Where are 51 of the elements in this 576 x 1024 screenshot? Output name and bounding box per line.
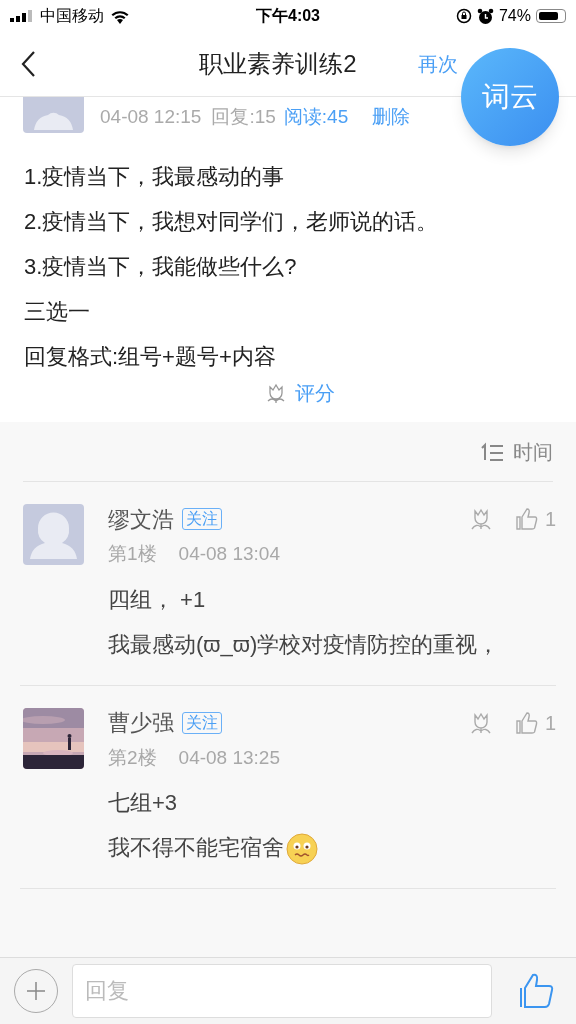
post-text: 三选一 [24, 298, 91, 326]
rate-button[interactable] [468, 710, 493, 735]
worried-face-icon [286, 833, 318, 866]
sort-button[interactable]: 时间 [479, 436, 553, 467]
reply-count: 回复:15 [211, 105, 276, 129]
alarm-icon [476, 7, 494, 25]
comment-time: 04-08 13:25 [178, 745, 280, 770]
post-text: 2.疫情当下，我想对同学们，老师说的话。 [24, 208, 440, 236]
comment-text: 我最感动(ϖ_ϖ)学校对疫情防控的重视， [108, 631, 500, 657]
like-button[interactable]: 1 [514, 504, 556, 534]
flower-icon [468, 710, 493, 735]
sort-icon [479, 441, 505, 462]
thumbs-up-icon [514, 710, 539, 735]
post-text: 1.疫情当下，我最感动的事 [24, 163, 286, 191]
thumbs-up-icon [514, 507, 539, 531]
floor-number: 第2楼 [108, 745, 157, 770]
page-title: 职业素养训练2 [198, 49, 358, 79]
signal-icon [10, 10, 34, 22]
post-text: 回复格式:组号+题号+内容 [24, 343, 277, 371]
like-button[interactable]: 1 [514, 707, 556, 738]
battery-percent: 74% [498, 6, 531, 26]
wifi-icon [110, 8, 130, 24]
read-count-link[interactable]: 阅读:45 [283, 103, 349, 132]
comment-text: 我不得不能宅宿舍 [108, 835, 284, 860]
follow-button[interactable]: 关注 [182, 711, 222, 734]
comment-text: 四组， +1 [108, 586, 206, 612]
battery-icon [536, 9, 566, 23]
commenter-name: 曹少强 [108, 709, 174, 737]
resend-button[interactable]: 再次 [418, 49, 458, 79]
rate-button[interactable]: 评分 [241, 378, 335, 408]
follow-button[interactable]: 关注 [182, 508, 222, 530]
post-text: 3.疫情当下，我能做些什么? [24, 253, 298, 281]
like-button[interactable] [520, 973, 554, 1009]
floor-number: 第1楼 [108, 542, 157, 566]
rate-button[interactable] [468, 507, 493, 531]
avatar-icon [23, 97, 84, 133]
carrier-name: 中国移动 [40, 6, 104, 26]
thumbs-up-icon [520, 973, 554, 1009]
rotation-lock-icon [455, 8, 472, 24]
flower-icon [468, 507, 493, 531]
avatar-icon [23, 504, 84, 565]
commenter-name: 缪文浩 [108, 505, 174, 534]
status-time: 下午4:03 [255, 6, 321, 26]
post-time: 04-08 12:15 [100, 105, 202, 129]
reply-field[interactable]: 回复 [72, 964, 492, 1018]
comment-time: 04-08 13:04 [178, 542, 280, 566]
delete-link[interactable]: 删除 [372, 103, 411, 132]
plus-icon [26, 981, 46, 1001]
comment-text: 七组+3 [108, 790, 178, 815]
back-icon [20, 50, 36, 78]
flower-icon [265, 382, 287, 404]
